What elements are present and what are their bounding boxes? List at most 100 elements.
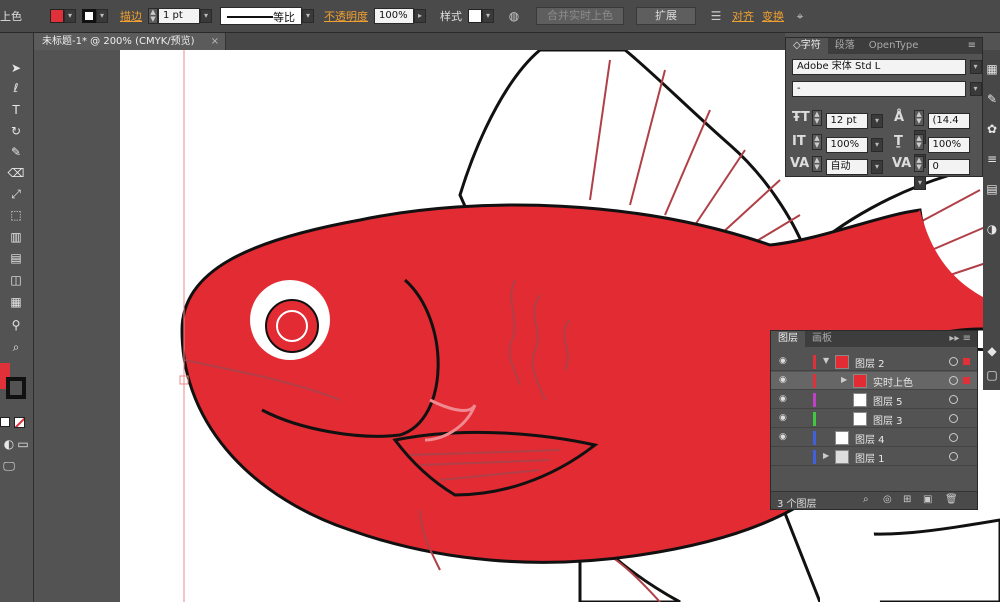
fill-swatch[interactable]: [50, 9, 64, 23]
isolate-icon[interactable]: ⌖: [792, 8, 808, 24]
selection-indicator-icon[interactable]: [963, 358, 970, 365]
tab-opentype[interactable]: OpenType: [862, 38, 926, 54]
style-swatch[interactable]: [468, 9, 482, 23]
free-transform-tool-icon[interactable]: ⬚: [7, 206, 25, 224]
horizontal-scale-dropdown[interactable]: ▾: [871, 138, 883, 152]
fill-dropdown[interactable]: ▾: [64, 9, 76, 23]
target-icon[interactable]: [949, 376, 958, 385]
font-family-field[interactable]: Adobe 宋体 Std L: [792, 59, 966, 75]
stroke-weight-field[interactable]: 1 pt: [158, 8, 200, 24]
layer-row[interactable]: ◉ 图层 4: [771, 429, 977, 447]
screen-mode-icon[interactable]: ▭: [14, 435, 32, 453]
layer-name[interactable]: 图层 1: [855, 450, 885, 465]
target-icon[interactable]: [949, 357, 958, 366]
none-color-icon[interactable]: [14, 417, 25, 428]
brush-tool-icon[interactable]: ✎: [7, 143, 25, 161]
stroke-link[interactable]: 描边: [120, 8, 142, 24]
merge-live-paint-button[interactable]: 合并实时上色: [536, 7, 624, 25]
chevron-right-icon[interactable]: ▶: [841, 375, 847, 384]
selection-indicator-icon[interactable]: [963, 377, 970, 384]
gradient-tool-icon[interactable]: ▤: [7, 249, 25, 267]
layer-name[interactable]: 实时上色: [873, 374, 913, 389]
scale-tool-icon[interactable]: ⤢: [7, 185, 25, 203]
kerning-stepper[interactable]: ▲ ▼: [812, 156, 822, 172]
stroke-profile-select[interactable]: 等比: [220, 7, 302, 25]
vertical-scale-field[interactable]: 100%: [927, 137, 970, 153]
eyedropper-tool-icon[interactable]: ⚲: [7, 316, 25, 334]
layer-name[interactable]: 图层 3: [873, 412, 903, 427]
stroke-dropdown[interactable]: ▾: [96, 9, 108, 23]
change-screen-icon[interactable]: 🖵: [0, 457, 18, 475]
new-layer-icon[interactable]: ▣: [923, 494, 932, 505]
dock-swatches-icon[interactable]: ▦: [983, 60, 1000, 78]
eye-icon[interactable]: ◉: [779, 413, 787, 423]
tab-artboards[interactable]: 画板: [805, 331, 839, 347]
dock-appearance-icon[interactable]: ◑: [983, 220, 1000, 238]
zoom-tool-icon[interactable]: ⌕: [7, 338, 25, 356]
chevron-right-icon[interactable]: ▶: [823, 451, 829, 460]
target-icon[interactable]: [949, 433, 958, 442]
layer-row[interactable]: ◉ 图层 5: [771, 391, 977, 409]
target-icon[interactable]: [949, 395, 958, 404]
rotate-tool-icon[interactable]: ↻: [7, 122, 25, 140]
stroke-color-icon[interactable]: [6, 377, 26, 399]
font-style-field[interactable]: -: [792, 81, 966, 97]
expand-button[interactable]: 扩展: [636, 7, 696, 25]
dock-symbols-icon[interactable]: ✿: [983, 120, 1000, 138]
layer-name[interactable]: 图层 4: [855, 431, 885, 446]
font-style-dropdown[interactable]: ▾: [969, 82, 982, 96]
lasso-tool-icon[interactable]: ℓ: [7, 79, 25, 97]
graph-tool-icon[interactable]: ▥: [7, 228, 25, 246]
recolor-icon[interactable]: ◍: [506, 8, 522, 24]
color-mode-icon[interactable]: [0, 417, 10, 427]
eye-icon[interactable]: ◉: [779, 356, 787, 366]
align-link[interactable]: 对齐: [732, 8, 754, 24]
layers-panel-menu-icon[interactable]: ▸▸ ≡: [949, 331, 977, 347]
dock-stroke-icon[interactable]: ≡: [983, 150, 1000, 168]
horizontal-scale-field[interactable]: 100%: [825, 137, 868, 153]
column-graph-tool-icon[interactable]: ▦: [7, 293, 25, 311]
stroke-weight-stepper[interactable]: ▲ ▼: [148, 8, 158, 24]
layer-row[interactable]: ▶ 图层 1: [771, 448, 977, 466]
dock-layers-icon[interactable]: ◆: [983, 342, 1000, 360]
font-size-stepper[interactable]: ▲ ▼: [812, 110, 822, 126]
layer-name[interactable]: 图层 5: [873, 393, 903, 408]
opacity-link[interactable]: 不透明度: [324, 8, 368, 24]
close-icon[interactable]: ×: [211, 33, 219, 50]
tab-layers[interactable]: 图层: [771, 331, 805, 347]
horizontal-scale-stepper[interactable]: ▲ ▼: [812, 134, 822, 150]
stroke-swatch[interactable]: [82, 9, 96, 23]
layer-row[interactable]: ◉ ▼ 图层 2: [771, 353, 977, 371]
type-tool-icon[interactable]: T: [7, 101, 25, 119]
dock-artboards-icon[interactable]: ▢: [983, 366, 1000, 384]
opacity-field[interactable]: 100%: [374, 8, 414, 24]
leading-field[interactable]: (14.4: [927, 113, 970, 129]
layer-row[interactable]: ◉ ▶ 实时上色: [771, 372, 977, 390]
panel-options-icon[interactable]: ☰: [708, 8, 724, 24]
document-tab[interactable]: 未标题-1* @ 200% (CMYK/预览) ×: [34, 33, 226, 50]
eye-icon[interactable]: ◉: [779, 394, 787, 404]
chevron-down-icon[interactable]: ▼: [823, 356, 829, 365]
font-size-dropdown[interactable]: ▾: [871, 114, 883, 128]
vertical-scale-stepper[interactable]: ▲ ▼: [914, 134, 924, 150]
layer-row[interactable]: ◉ 图层 3: [771, 410, 977, 428]
eye-icon[interactable]: ◉: [779, 432, 787, 442]
font-size-field[interactable]: 12 pt: [825, 113, 868, 129]
kerning-field[interactable]: 自动: [825, 159, 868, 175]
dock-brushes-icon[interactable]: ✎: [983, 90, 1000, 108]
tracking-dropdown[interactable]: ▾: [914, 176, 926, 190]
selection-tool-icon[interactable]: ➤: [7, 59, 25, 77]
style-dropdown[interactable]: ▾: [482, 9, 494, 23]
transform-link[interactable]: 变换: [762, 8, 784, 24]
target-icon[interactable]: [949, 414, 958, 423]
eye-icon[interactable]: ◉: [779, 375, 787, 385]
leading-stepper[interactable]: ▲ ▼: [914, 110, 924, 126]
opacity-dropdown[interactable]: ▸: [414, 9, 426, 23]
clipping-mask-icon[interactable]: ◎: [883, 494, 892, 505]
tracking-stepper[interactable]: ▲ ▼: [914, 156, 924, 172]
target-icon[interactable]: [949, 452, 958, 461]
kerning-dropdown[interactable]: ▾: [871, 160, 883, 174]
eraser-tool-icon[interactable]: ⌫: [7, 164, 25, 182]
stroke-weight-dropdown[interactable]: ▾: [200, 9, 212, 23]
font-family-dropdown[interactable]: ▾: [969, 60, 982, 74]
